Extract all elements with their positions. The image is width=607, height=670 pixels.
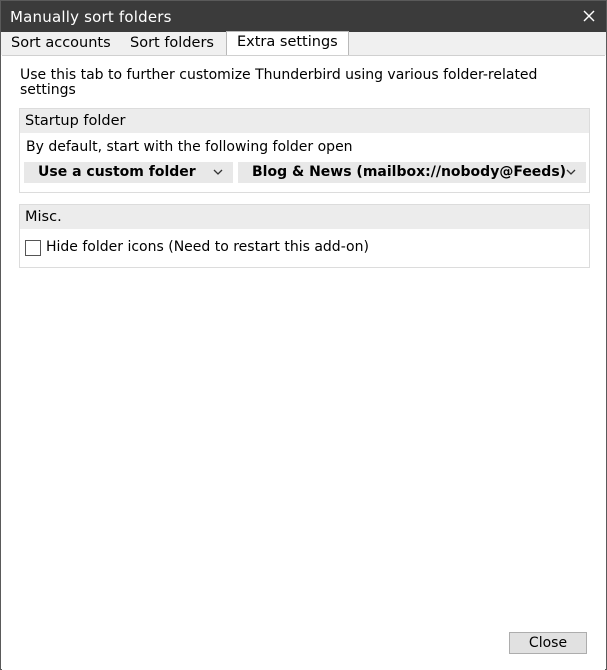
chevron-down-icon (566, 169, 576, 175)
tab-label: Extra settings (237, 34, 338, 50)
startup-folder-group: Startup folder By default, start with th… (19, 108, 590, 193)
dialog-window: Manually sort folders Sort accounts Sort… (0, 0, 607, 670)
chevron-down-icon (213, 169, 223, 175)
close-icon[interactable] (582, 9, 596, 23)
hide-folder-icons-option[interactable]: Hide folder icons (Need to restart this … (25, 238, 525, 258)
window-title: Manually sort folders (10, 8, 172, 26)
startup-folder-select[interactable]: Blog & News (mailbox://nobody@Feeds) (238, 162, 586, 183)
startup-mode-value: Use a custom folder (38, 164, 196, 180)
startup-folder-value: Blog & News (mailbox://nobody@Feeds) (252, 164, 567, 180)
close-button[interactable]: Close (509, 632, 587, 654)
tab-extra-settings[interactable]: Extra settings (226, 31, 349, 56)
tab-sort-accounts[interactable]: Sort accounts (11, 32, 111, 54)
startup-folder-description: By default, start with the following fol… (26, 139, 353, 155)
tab-label: Sort folders (130, 35, 214, 51)
misc-header: Misc. (20, 205, 589, 229)
misc-group: Misc. Hide folder icons (Need to restart… (19, 204, 590, 268)
startup-mode-select[interactable]: Use a custom folder (24, 162, 233, 183)
tab-bar: Sort accounts Sort folders Extra setting… (1, 31, 606, 56)
hide-folder-icons-label[interactable]: Hide folder icons (Need to restart this … (46, 238, 369, 256)
intro-text: Use this tab to further customize Thunde… (20, 67, 538, 98)
startup-folder-header: Startup folder (20, 109, 589, 133)
hide-folder-icons-checkbox[interactable] (25, 240, 41, 256)
tab-label: Sort accounts (11, 35, 111, 51)
extra-settings-panel: Use this tab to further customize Thunde… (2, 55, 605, 670)
title-bar: Manually sort folders (1, 1, 606, 32)
tab-sort-folders[interactable]: Sort folders (130, 32, 214, 54)
